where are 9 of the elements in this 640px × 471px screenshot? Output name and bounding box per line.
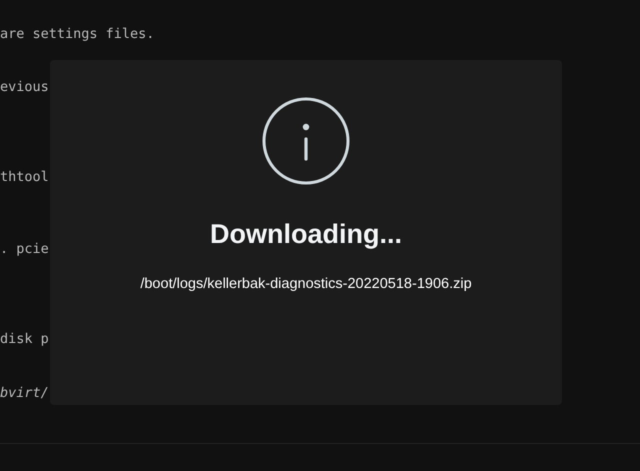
log-text: thtool [0, 168, 49, 186]
log-text: evious [0, 78, 49, 96]
log-text: . pcie [0, 240, 49, 258]
info-icon [261, 96, 351, 186]
file-path: /boot/logs/kellerbak-diagnostics-20220518-1906.zip [140, 274, 472, 294]
log-text: disk p [0, 330, 49, 348]
dialog-title: Downloading... [210, 218, 402, 251]
log-text: are settings files. [0, 25, 154, 43]
log-text: bvirt/ [0, 384, 49, 402]
